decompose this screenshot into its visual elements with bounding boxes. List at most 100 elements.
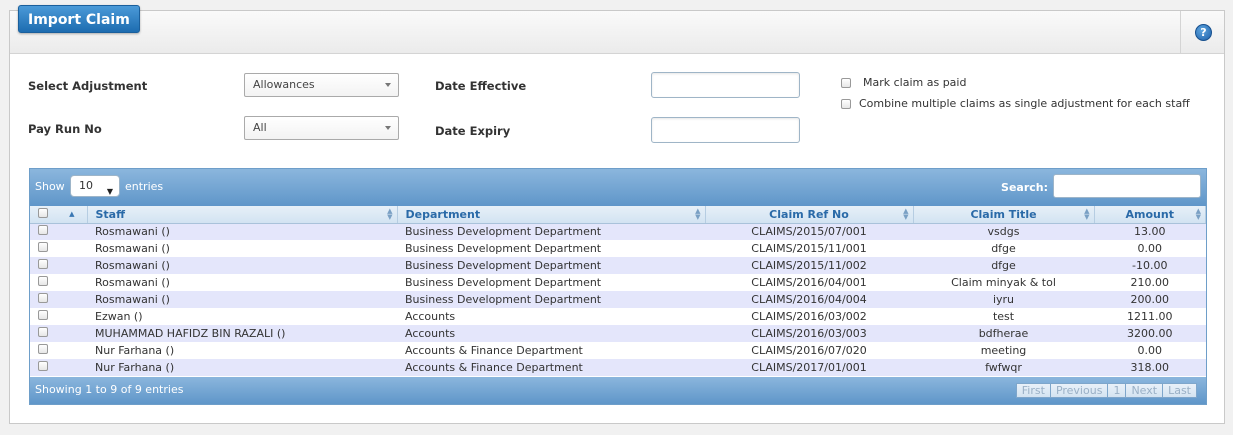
row-checkbox[interactable] [38, 310, 48, 320]
select-adjustment-label: Select Adjustment [28, 79, 148, 93]
cell-staff: Rosmawani () [87, 240, 397, 257]
help-icon[interactable]: ? [1195, 24, 1212, 41]
table-row[interactable]: Rosmawani () Business Development Depart… [30, 223, 1206, 240]
table-row[interactable]: Nur Farhana () Accounts & Finance Depart… [30, 342, 1206, 359]
chevron-down-icon [385, 83, 391, 87]
page-1-button[interactable]: 1 [1107, 383, 1127, 398]
row-checkbox[interactable] [38, 242, 48, 252]
cell-amount: 13.00 [1094, 223, 1206, 240]
cell-claim-ref: CLAIMS/2016/03/002 [705, 308, 913, 325]
sort-icon: ▲ ▼ [903, 207, 909, 221]
search-label: Search: [1001, 181, 1048, 194]
column-header-department[interactable]: Department ▲ ▼ [397, 206, 706, 224]
table-row[interactable]: MUHAMMAD HAFIDZ BIN RAZALI () Accounts C… [30, 325, 1206, 342]
column-claim-ref-label: Claim Ref No [769, 207, 849, 221]
combine-option: Combine multiple claims as single adjust… [841, 97, 1190, 110]
cell-department: Business Development Department [397, 257, 705, 274]
row-checkbox[interactable] [38, 344, 48, 354]
row-checkbox[interactable] [38, 259, 48, 269]
sort-icon: ▲ ▼ [695, 207, 701, 221]
cell-claim-title: iyru [913, 291, 1094, 308]
row-checkbox[interactable] [38, 225, 48, 236]
cell-amount: 0.00 [1094, 240, 1206, 257]
cell-claim-ref: CLAIMS/2016/03/003 [705, 325, 913, 342]
cell-claim-title: Claim minyak & tol [913, 274, 1094, 291]
date-expiry-label: Date Expiry [435, 124, 511, 138]
sort-asc-icon: ▲ [69, 210, 75, 218]
next-page-button[interactable]: Next [1125, 383, 1164, 398]
cell-claim-ref: CLAIMS/2015/11/001 [705, 240, 913, 257]
claims-table: ▲ Staff ▲ ▼ Department ▲ ▼ Claim Ref No ▲ ▼ Cl… [30, 206, 1206, 376]
table-row[interactable]: Rosmawani () Business Development Depart… [30, 291, 1206, 308]
import-claim-panel: Import Claim ? Select Adjustment Allowan… [9, 5, 1225, 424]
cell-amount: 1211.00 [1094, 308, 1206, 325]
mark-paid-label: Mark claim as paid [863, 76, 967, 89]
sort-icon: ▲ ▼ [1195, 207, 1201, 221]
entries-length-select[interactable]: 10 ▼ [70, 175, 120, 197]
cell-claim-title: test [913, 308, 1094, 325]
entries-length-value: 10 [79, 179, 93, 192]
table-toolbar: Show 10 ▼ entries Search: [30, 169, 1206, 206]
select-adjustment-value: Allowances [253, 78, 315, 91]
cell-claim-title: vsdgs [913, 223, 1094, 240]
table-row[interactable]: Rosmawani () Business Development Depart… [30, 274, 1206, 291]
sort-icon: ▲ ▼ [387, 207, 393, 221]
cell-department: Accounts & Finance Department [397, 359, 705, 376]
cell-staff: Rosmawani () [87, 257, 397, 274]
pagination: First Previous 1 Next Last [1015, 383, 1197, 398]
cell-amount: 200.00 [1094, 291, 1206, 308]
cell-department: Business Development Department [397, 274, 705, 291]
select-all-checkbox[interactable] [38, 207, 48, 218]
column-header-staff[interactable]: Staff ▲ ▼ [87, 206, 398, 224]
row-checkbox[interactable] [38, 276, 48, 286]
entries-label: entries [125, 180, 164, 193]
cell-claim-title: dfge [913, 257, 1094, 274]
chevron-down-icon: ▼ [106, 187, 113, 196]
cell-staff: Rosmawani () [87, 274, 397, 291]
last-page-button[interactable]: Last [1162, 383, 1197, 398]
claims-table-container: Show 10 ▼ entries Search: ▲ Staff ▲ ▼ De… [29, 168, 1207, 405]
column-header-amount[interactable]: Amount ▲ ▼ [1094, 206, 1206, 224]
cell-claim-ref: CLAIMS/2015/07/001 [705, 223, 913, 240]
column-header-claim-title[interactable]: Claim Title ▲ ▼ [913, 206, 1095, 224]
cell-staff: Nur Farhana () [87, 342, 397, 359]
cell-staff: MUHAMMAD HAFIDZ BIN RAZALI () [87, 325, 397, 342]
row-checkbox[interactable] [38, 293, 48, 303]
cell-amount: 0.00 [1094, 342, 1206, 359]
table-footer: Showing 1 to 9 of 9 entries First Previo… [30, 377, 1206, 404]
cell-amount: -10.00 [1094, 257, 1206, 274]
cell-amount: 318.00 [1094, 359, 1206, 376]
cell-department: Accounts [397, 308, 705, 325]
row-checkbox[interactable] [38, 361, 48, 371]
cell-staff: Rosmawani () [87, 291, 397, 308]
cell-claim-ref: CLAIMS/2016/04/001 [705, 274, 913, 291]
cell-department: Business Development Department [397, 240, 705, 257]
search-input[interactable] [1053, 174, 1201, 198]
column-department-label: Department [405, 207, 481, 221]
row-checkbox[interactable] [38, 327, 48, 337]
mark-paid-option: Mark claim as paid [841, 76, 966, 89]
table-row[interactable]: Rosmawani () Business Development Depart… [30, 257, 1206, 274]
cell-department: Accounts & Finance Department [397, 342, 705, 359]
cell-claim-title: meeting [913, 342, 1094, 359]
mark-paid-checkbox[interactable] [841, 77, 851, 88]
table-row[interactable]: Nur Farhana () Accounts & Finance Depart… [30, 359, 1206, 376]
date-effective-input[interactable] [651, 72, 800, 98]
table-info: Showing 1 to 9 of 9 entries [35, 383, 184, 396]
sort-icon: ▲ ▼ [1084, 207, 1090, 221]
pay-run-no-dropdown[interactable]: All [244, 116, 399, 140]
cell-claim-ref: CLAIMS/2017/01/001 [705, 359, 913, 376]
date-expiry-input[interactable] [651, 117, 800, 143]
table-row[interactable]: Rosmawani () Business Development Depart… [30, 240, 1206, 257]
select-adjustment-dropdown[interactable]: Allowances [244, 73, 399, 97]
cell-staff: Rosmawani () [87, 223, 397, 240]
first-page-button[interactable]: First [1015, 383, 1051, 398]
cell-department: Accounts [397, 325, 705, 342]
table-row[interactable]: Ezwan () Accounts CLAIMS/2016/03/002 tes… [30, 308, 1206, 325]
previous-page-button[interactable]: Previous [1049, 383, 1109, 398]
panel-title: Import Claim [18, 5, 140, 33]
column-header-claim-ref[interactable]: Claim Ref No ▲ ▼ [705, 206, 914, 224]
combine-checkbox[interactable] [841, 98, 851, 109]
select-all-header[interactable]: ▲ [30, 206, 88, 224]
cell-staff: Nur Farhana () [87, 359, 397, 376]
